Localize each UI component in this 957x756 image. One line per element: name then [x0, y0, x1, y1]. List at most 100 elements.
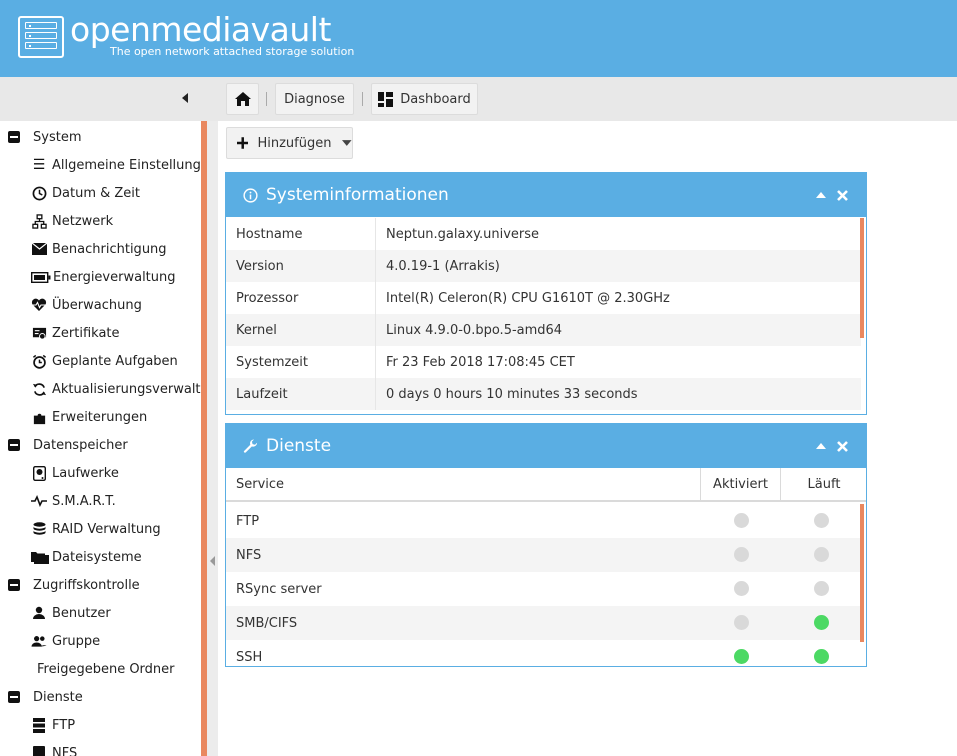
network-icon: [31, 213, 47, 229]
services-scrollbar[interactable]: [860, 504, 864, 642]
sidebar-item-label: NFS: [52, 745, 78, 756]
sysinfo-key: Hostname: [236, 226, 303, 242]
nav-group-dienste[interactable]: Dienste: [8, 683, 83, 711]
sidebar-item-ftp[interactable]: FTP: [31, 711, 75, 739]
sidebar-item-laufwerke[interactable]: Laufwerke: [31, 459, 119, 487]
sidebar-item-label: Datum & Zeit: [52, 185, 140, 201]
sidebar-item-netzwerk[interactable]: Netzwerk: [31, 207, 113, 235]
nav-group-label: Dienste: [33, 689, 83, 705]
nav-group-label: Zugriffskontrolle: [33, 577, 140, 593]
column-header-laeuft[interactable]: Läuft: [781, 468, 866, 502]
enabled-status-dot: [734, 513, 749, 528]
caret-up-icon: [816, 192, 826, 198]
wrench-icon: [243, 439, 258, 453]
sysinfo-value: Linux 4.9.0-0.bpo.5-amd64: [386, 322, 563, 338]
sysinfo-value: Neptun.galaxy.universe: [386, 226, 540, 242]
sidebar-item-label: Benachrichtigung: [52, 241, 167, 257]
running-status-dot: [814, 513, 829, 528]
sidebar-item-zertifikate[interactable]: Zertifikate: [31, 319, 120, 347]
splitter-collapse-icon[interactable]: [210, 556, 215, 566]
services-panel-title: Dienste: [266, 436, 332, 456]
sysinfo-panel: Systeminformationen Hostname Neptun.galax…: [225, 172, 867, 415]
sidebar-item-smart[interactable]: S.M.A.R.T.: [31, 487, 116, 515]
database-icon: [31, 521, 47, 537]
breadcrumb-dashboard[interactable]: Dashboard: [371, 83, 478, 115]
home-icon: [234, 92, 251, 106]
nav-group-zugriffskontrolle[interactable]: Zugriffskontrolle: [8, 571, 140, 599]
app-header: openmediavault The open network attached…: [0, 0, 957, 77]
home-button[interactable]: [226, 83, 259, 115]
alarm-clock-icon: [31, 353, 47, 369]
sidebar-item-benutzer[interactable]: Benutzer: [31, 599, 111, 627]
sidebar-item-benachrichtigung[interactable]: Benachrichtigung: [31, 235, 167, 263]
service-row[interactable]: RSync server: [226, 572, 861, 606]
user-icon: [31, 605, 47, 621]
collapse-group-icon: [8, 691, 20, 703]
sysinfo-scrollbar[interactable]: [860, 218, 864, 338]
sidebar-item-raid-verwaltung[interactable]: RAID Verwaltung: [31, 515, 161, 543]
sidebar-item-nfs[interactable]: NFS: [31, 739, 77, 756]
close-panel-button[interactable]: [837, 173, 848, 217]
sidebar-item-erweiterungen[interactable]: Erweiterungen: [31, 403, 147, 431]
collapse-group-icon: [8, 131, 20, 143]
sliders-icon: ☰: [32, 157, 46, 173]
sysinfo-key: Laufzeit: [236, 386, 288, 402]
sysinfo-row: Systemzeit Fr 23 Feb 2018 17:08:45 CET: [226, 346, 861, 378]
breadcrumb-separator: [266, 92, 267, 106]
caret-up-icon: [816, 443, 826, 449]
sidebar-item-geplante-aufgaben[interactable]: Geplante Aufgaben: [31, 347, 178, 375]
service-name: NFS: [236, 547, 262, 563]
server-icon: [31, 717, 47, 733]
sidebar-item-label: Allgemeine Einstellungen: [52, 157, 201, 173]
brand-name: openmediavault: [70, 10, 331, 49]
heartbeat-icon: [31, 297, 47, 313]
users-icon: [31, 633, 47, 649]
envelope-icon: [31, 241, 47, 257]
service-row[interactable]: SMB/CIFS: [226, 606, 861, 640]
sidebar-item-label: FTP: [52, 717, 76, 733]
service-row[interactable]: NFS: [226, 538, 861, 572]
sidebar-splitter[interactable]: [207, 121, 218, 756]
sidebar-item-dateisysteme[interactable]: Dateisysteme: [31, 543, 142, 571]
close-icon: [837, 189, 848, 201]
sidebar-item-datum-zeit[interactable]: Datum & Zeit: [31, 179, 140, 207]
column-header-aktiviert[interactable]: Aktiviert: [701, 468, 781, 502]
collapse-panel-button[interactable]: [816, 424, 826, 468]
sidebar-item-gruppe[interactable]: Gruppe: [31, 627, 100, 655]
sidebar-item-freigegebene-ordner[interactable]: Freigegebene Ordner: [37, 655, 175, 683]
nav-group-datenspeicher[interactable]: Datenspeicher: [8, 431, 128, 459]
sidebar-item-allgemeine-einstellungen[interactable]: ☰ Allgemeine Einstellungen: [31, 151, 201, 179]
certificate-icon: [31, 325, 47, 341]
running-status-dot: [814, 615, 829, 630]
sysinfo-key: Version: [236, 258, 284, 274]
dashboard-icon: [378, 91, 394, 107]
sysinfo-panel-header: Systeminformationen: [226, 173, 866, 217]
column-header-service[interactable]: Service: [226, 468, 701, 502]
battery-icon: [31, 269, 51, 285]
breadcrumb-diagnose[interactable]: Diagnose: [275, 83, 354, 115]
services-panel: Dienste Service Aktiviert Läuft FTP NFS RS…: [225, 423, 867, 667]
add-widget-button[interactable]: Hinzufügen: [226, 127, 353, 159]
sysinfo-row: Laufzeit 0 days 0 hours 10 minutes 33 sec…: [226, 378, 861, 410]
nav-group-system[interactable]: System: [8, 123, 81, 151]
refresh-icon: [31, 381, 47, 397]
running-status-dot: [814, 581, 829, 596]
sidebar-item-label: Zertifikate: [52, 325, 120, 341]
sidebar-item-label: RAID Verwaltung: [52, 521, 161, 537]
sysinfo-panel-title: Systeminformationen: [266, 185, 449, 205]
sidebar-item-label: Freigegebene Ordner: [37, 661, 175, 677]
enabled-status-dot: [734, 649, 749, 664]
sidebar-item-label: Energieverwaltung: [53, 269, 176, 285]
sidebar-item-ueberwachung[interactable]: Überwachung: [31, 291, 142, 319]
brand-tagline: The open network attached storage soluti…: [110, 45, 355, 58]
sysinfo-value: Intel(R) Celeron(R) CPU G1610T @ 2.30GHz: [386, 290, 670, 306]
close-panel-button[interactable]: [837, 424, 848, 468]
sidebar-item-aktualisierungsverwaltung[interactable]: Aktualisierungsverwaltun: [31, 375, 201, 403]
service-name: SMB/CIFS: [236, 615, 298, 631]
sysinfo-key: Systemzeit: [236, 354, 309, 370]
service-row[interactable]: FTP: [226, 504, 861, 538]
collapse-sidebar-icon[interactable]: [182, 93, 188, 103]
collapse-panel-button[interactable]: [816, 173, 826, 217]
service-row[interactable]: SSH: [226, 640, 861, 666]
sidebar-item-energieverwaltung[interactable]: Energieverwaltung: [31, 263, 176, 291]
